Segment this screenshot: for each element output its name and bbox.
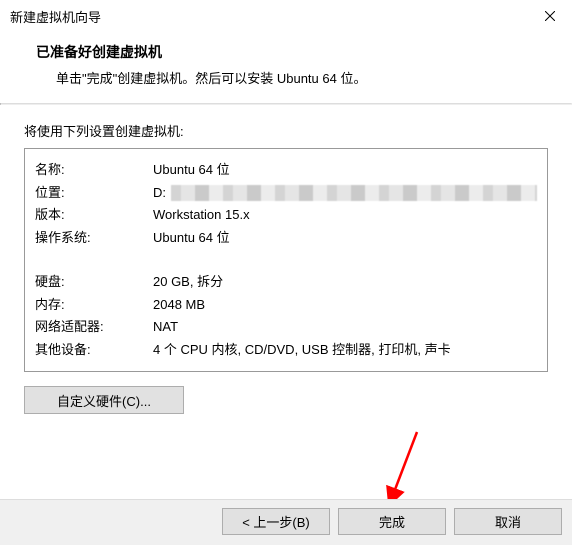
summary-row-memory: 内存: 2048 MB xyxy=(35,294,537,317)
finish-button[interactable]: 完成 xyxy=(338,508,446,535)
redacted-location-path xyxy=(171,185,537,202)
summary-row-net: 网络适配器: NAT xyxy=(35,316,537,339)
wizard-heading: 已准备好创建虚拟机 xyxy=(24,42,548,62)
summary-value: D: xyxy=(153,182,537,205)
summary-value: 4 个 CPU 内核, CD/DVD, USB 控制器, 打印机, 声卡 xyxy=(153,339,537,362)
summary-label: 内存: xyxy=(35,294,153,317)
summary-label: 网络适配器: xyxy=(35,316,153,339)
customize-row: 自定义硬件(C)... xyxy=(24,386,548,414)
close-icon xyxy=(545,11,555,21)
summary-label: 其他设备: xyxy=(35,339,153,362)
summary-box: 名称: Ubuntu 64 位 位置: D: 版本: Workstation 1… xyxy=(24,148,548,372)
summary-row-version: 版本: Workstation 15.x xyxy=(35,204,537,227)
summary-label: 版本: xyxy=(35,204,153,227)
window-close-button[interactable] xyxy=(528,1,572,31)
summary-spacer xyxy=(35,249,537,271)
wizard-content: 将使用下列设置创建虚拟机: 名称: Ubuntu 64 位 位置: D: 版本:… xyxy=(0,105,572,414)
summary-value: Workstation 15.x xyxy=(153,204,537,227)
summary-value: Ubuntu 64 位 xyxy=(153,159,537,182)
summary-label: 硬盘: xyxy=(35,271,153,294)
summary-row-os: 操作系统: Ubuntu 64 位 xyxy=(35,227,537,250)
summary-value: Ubuntu 64 位 xyxy=(153,227,537,250)
wizard-header: 已准备好创建虚拟机 单击"完成"创建虚拟机。然后可以安装 Ubuntu 64 位… xyxy=(0,32,572,103)
window-title: 新建虚拟机向导 xyxy=(10,7,101,26)
summary-value: 2048 MB xyxy=(153,294,537,317)
location-prefix: D: xyxy=(153,185,166,200)
cancel-button[interactable]: 取消 xyxy=(454,508,562,535)
summary-row-location: 位置: D: xyxy=(35,182,537,205)
wizard-footer: < 上一步(B) 完成 取消 xyxy=(0,499,572,545)
summary-label: 操作系统: xyxy=(35,227,153,250)
summary-label: 位置: xyxy=(35,182,153,205)
summary-row-name: 名称: Ubuntu 64 位 xyxy=(35,159,537,182)
summary-row-disk: 硬盘: 20 GB, 拆分 xyxy=(35,271,537,294)
titlebar: 新建虚拟机向导 xyxy=(0,0,572,32)
summary-value: 20 GB, 拆分 xyxy=(153,271,537,294)
summary-value: NAT xyxy=(153,316,537,339)
back-button[interactable]: < 上一步(B) xyxy=(222,508,330,535)
summary-label: 名称: xyxy=(35,159,153,182)
wizard-subheading: 单击"完成"创建虚拟机。然后可以安装 Ubuntu 64 位。 xyxy=(24,68,548,87)
summary-caption: 将使用下列设置创建虚拟机: xyxy=(24,121,548,140)
customize-hardware-button[interactable]: 自定义硬件(C)... xyxy=(24,386,184,414)
summary-row-other: 其他设备: 4 个 CPU 内核, CD/DVD, USB 控制器, 打印机, … xyxy=(35,339,537,362)
